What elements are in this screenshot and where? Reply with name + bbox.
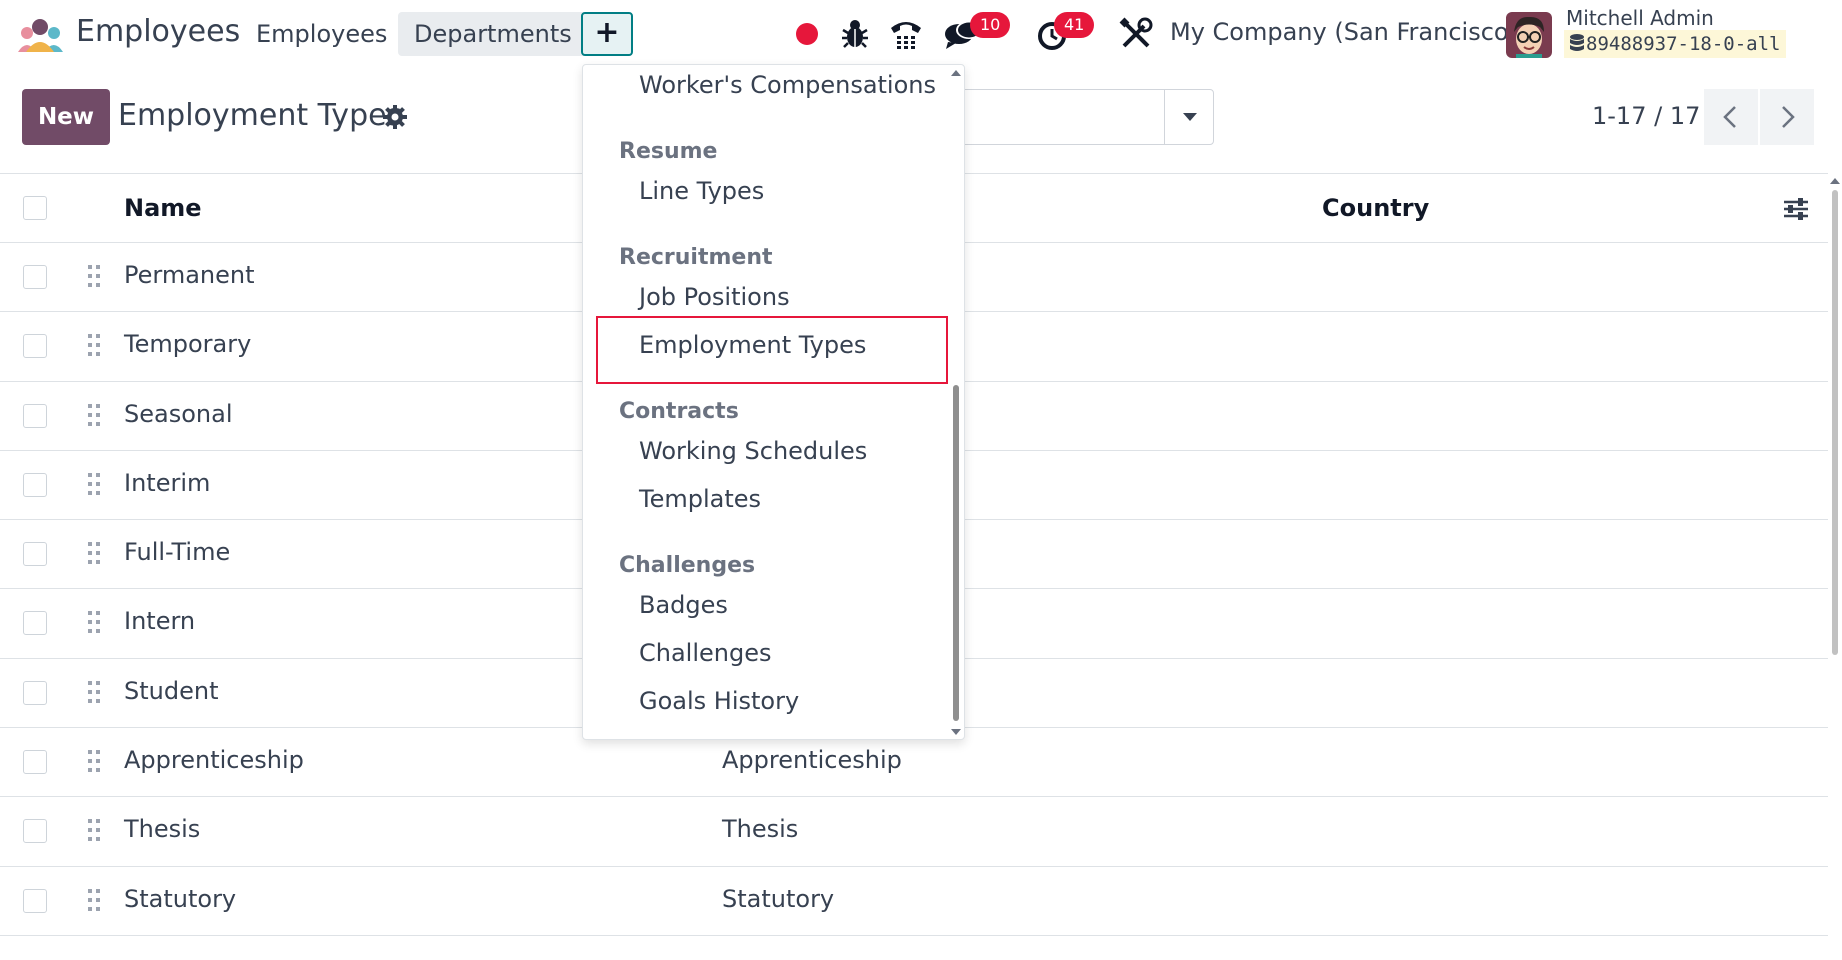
cell-name[interactable]: Seasonal <box>124 400 232 428</box>
row-checkbox[interactable] <box>23 334 47 359</box>
company-switcher[interactable]: My Company (San Francisco) <box>1170 18 1518 46</box>
dropdown-section-header: Recruitment <box>619 245 773 270</box>
drag-handle-icon[interactable] <box>86 748 102 774</box>
dropdown-item[interactable]: Challenges <box>639 639 772 667</box>
dropdown-scroll-up-icon[interactable] <box>951 70 961 76</box>
dropdown-section-header: Contracts <box>619 399 739 424</box>
row-checkbox[interactable] <box>23 819 47 844</box>
activity-count-badge: 41 <box>1054 12 1095 38</box>
gear-icon[interactable] <box>382 104 408 130</box>
row-checkbox[interactable] <box>23 403 47 428</box>
cell-name[interactable]: Statutory <box>124 885 236 913</box>
drag-handle-icon[interactable] <box>86 332 102 358</box>
app-logo-icon[interactable] <box>16 18 64 54</box>
cell-name[interactable]: Temporary <box>124 330 251 358</box>
search-options-toggle[interactable] <box>1164 89 1214 145</box>
tools-icon[interactable] <box>1118 16 1154 52</box>
cell-name[interactable]: Full-Time <box>124 538 230 566</box>
app-name[interactable]: Employees <box>76 14 240 49</box>
row-checkbox[interactable] <box>23 472 47 497</box>
dropdown-scroll-down-icon[interactable] <box>951 729 961 735</box>
recording-dot-icon[interactable] <box>796 23 818 45</box>
dropdown-item[interactable]: Worker's Compensations <box>639 71 936 99</box>
pager-previous-button[interactable] <box>1704 89 1758 145</box>
cell-code[interactable]: Apprenticeship <box>722 746 902 774</box>
nav-more-menu-button[interactable]: + <box>581 12 633 56</box>
optional-columns-icon[interactable] <box>1782 196 1810 222</box>
chat-count-badge: 10 <box>970 12 1011 38</box>
dropdown-item[interactable]: Templates <box>639 485 761 513</box>
select-all-checkbox[interactable] <box>23 196 47 220</box>
dropdown-item[interactable]: Goals History <box>639 687 799 715</box>
cell-name[interactable]: Thesis <box>124 815 200 843</box>
page-title[interactable]: Employment Types <box>118 98 402 133</box>
database-tag: 89488937-18-0-all <box>1564 30 1787 58</box>
phone-icon[interactable] <box>888 16 924 52</box>
drag-handle-icon[interactable] <box>86 263 102 289</box>
cell-name[interactable]: Student <box>124 677 218 705</box>
dropdown-scrollbar-thumb[interactable] <box>953 385 959 721</box>
chevron-right-icon <box>1782 106 1795 128</box>
dropdown-item[interactable]: Badges <box>639 591 728 619</box>
scroll-up-arrow-icon[interactable] <box>1830 178 1840 184</box>
nav-departments[interactable]: Departments <box>398 12 588 56</box>
drag-handle-icon[interactable] <box>86 887 102 913</box>
cell-name[interactable]: Intern <box>124 607 195 635</box>
cell-code[interactable]: Statutory <box>722 885 834 913</box>
row-checkbox[interactable] <box>23 888 47 913</box>
dropdown-item[interactable]: Job Positions <box>639 283 790 311</box>
bug-icon[interactable] <box>840 16 870 52</box>
page-scrollbar-thumb[interactable] <box>1832 190 1838 655</box>
dropdown-section-header: Challenges <box>619 553 756 578</box>
new-button[interactable]: New <box>22 89 110 145</box>
dropdown-section-header: Resume <box>619 139 718 164</box>
cell-name[interactable]: Interim <box>124 469 210 497</box>
dropdown-item[interactable]: Working Schedules <box>639 437 867 465</box>
table-row[interactable]: Statutory Statutory <box>0 867 1828 936</box>
database-icon <box>1570 34 1584 51</box>
row-checkbox[interactable] <box>23 265 47 289</box>
caret-down-icon <box>1183 113 1197 121</box>
cell-name[interactable]: Permanent <box>124 261 255 289</box>
row-checkbox[interactable] <box>23 542 47 567</box>
column-header-name[interactable]: Name <box>124 194 202 222</box>
drag-handle-icon[interactable] <box>86 817 102 843</box>
table-row[interactable]: Thesis Thesis <box>0 797 1828 867</box>
user-name[interactable]: Mitchell Admin <box>1566 6 1714 30</box>
column-header-country[interactable]: Country <box>1322 194 1429 222</box>
pager-next-button[interactable] <box>1760 89 1814 145</box>
top-navbar: Employees Employees Departments + 10 41 … <box>0 0 1842 70</box>
row-checkbox[interactable] <box>23 611 47 636</box>
row-checkbox[interactable] <box>23 680 47 705</box>
drag-handle-icon[interactable] <box>86 402 102 428</box>
drag-handle-icon[interactable] <box>86 679 102 705</box>
chevron-left-icon <box>1723 106 1736 128</box>
cell-name[interactable]: Apprenticeship <box>124 746 304 774</box>
drag-handle-icon[interactable] <box>86 540 102 566</box>
highlight-box <box>596 316 948 384</box>
avatar[interactable] <box>1506 12 1552 58</box>
drag-handle-icon[interactable] <box>86 471 102 497</box>
pager-value[interactable]: 1-17 / 17 <box>1592 102 1700 130</box>
nav-employees[interactable]: Employees <box>240 12 403 56</box>
database-name: 89488937-18-0-all <box>1586 33 1781 55</box>
row-checkbox[interactable] <box>23 750 47 775</box>
cell-code[interactable]: Thesis <box>722 815 798 843</box>
more-menu-dropdown: Worker's Compensations Resume Line Types Re… <box>582 64 965 740</box>
dropdown-item[interactable]: Line Types <box>639 177 764 205</box>
drag-handle-icon[interactable] <box>86 609 102 635</box>
